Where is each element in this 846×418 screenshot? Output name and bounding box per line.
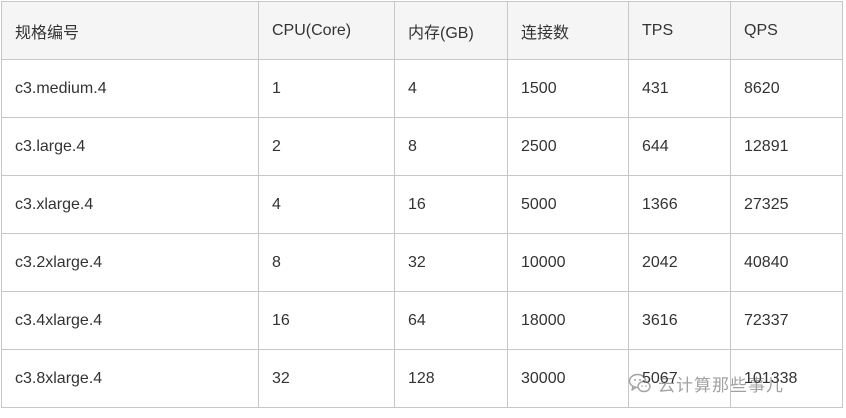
cell-tps: 1366 xyxy=(628,175,731,234)
cell-spec-id: c3.2xlarge.4 xyxy=(1,233,259,292)
cell-tps: 3616 xyxy=(628,291,731,350)
cell-qps: 27325 xyxy=(730,175,843,234)
cell-connections: 30000 xyxy=(507,349,629,408)
table-row: c3.2xlarge.4 8 32 10000 2042 40840 xyxy=(1,233,843,292)
header-spec-id: 规格编号 xyxy=(1,1,259,60)
header-row: 规格编号 CPU(Core) 内存(GB) 连接数 TPS QPS xyxy=(1,1,843,60)
cell-qps: 12891 xyxy=(730,117,843,176)
cell-cpu: 4 xyxy=(258,175,395,234)
table-body: c3.medium.4 1 4 1500 431 8620 c3.large.4… xyxy=(1,59,843,408)
spec-table: 规格编号 CPU(Core) 内存(GB) 连接数 TPS QPS c3.med… xyxy=(1,1,843,408)
cell-memory: 16 xyxy=(394,175,508,234)
cell-cpu: 32 xyxy=(258,349,395,408)
cell-spec-id: c3.4xlarge.4 xyxy=(1,291,259,350)
table-header: 规格编号 CPU(Core) 内存(GB) 连接数 TPS QPS xyxy=(1,1,843,60)
cell-tps: 644 xyxy=(628,117,731,176)
table-row: c3.large.4 2 8 2500 644 12891 xyxy=(1,117,843,176)
cell-connections: 10000 xyxy=(507,233,629,292)
cell-qps: 101338 xyxy=(730,349,843,408)
table-row: c3.4xlarge.4 16 64 18000 3616 72337 xyxy=(1,291,843,350)
header-qps: QPS xyxy=(730,1,843,60)
cell-connections: 5000 xyxy=(507,175,629,234)
cell-tps: 2042 xyxy=(628,233,731,292)
cell-qps: 72337 xyxy=(730,291,843,350)
header-memory: 内存(GB) xyxy=(394,1,508,60)
cell-memory: 8 xyxy=(394,117,508,176)
cell-memory: 128 xyxy=(394,349,508,408)
cell-qps: 8620 xyxy=(730,59,843,118)
header-cpu: CPU(Core) xyxy=(258,1,395,60)
header-tps: TPS xyxy=(628,1,731,60)
cell-qps: 40840 xyxy=(730,233,843,292)
cell-tps: 5067 xyxy=(628,349,731,408)
cell-memory: 32 xyxy=(394,233,508,292)
cell-cpu: 2 xyxy=(258,117,395,176)
cell-connections: 1500 xyxy=(507,59,629,118)
table-row: c3.8xlarge.4 32 128 30000 5067 101338 xyxy=(1,349,843,408)
cell-spec-id: c3.large.4 xyxy=(1,117,259,176)
cell-tps: 431 xyxy=(628,59,731,118)
cell-connections: 18000 xyxy=(507,291,629,350)
table-row: c3.xlarge.4 4 16 5000 1366 27325 xyxy=(1,175,843,234)
cell-cpu: 1 xyxy=(258,59,395,118)
cell-spec-id: c3.xlarge.4 xyxy=(1,175,259,234)
cell-cpu: 8 xyxy=(258,233,395,292)
cell-spec-id: c3.medium.4 xyxy=(1,59,259,118)
cell-connections: 2500 xyxy=(507,117,629,176)
table-row: c3.medium.4 1 4 1500 431 8620 xyxy=(1,59,843,118)
cell-cpu: 16 xyxy=(258,291,395,350)
cell-memory: 64 xyxy=(394,291,508,350)
header-connections: 连接数 xyxy=(507,1,629,60)
cell-memory: 4 xyxy=(394,59,508,118)
cell-spec-id: c3.8xlarge.4 xyxy=(1,349,259,408)
